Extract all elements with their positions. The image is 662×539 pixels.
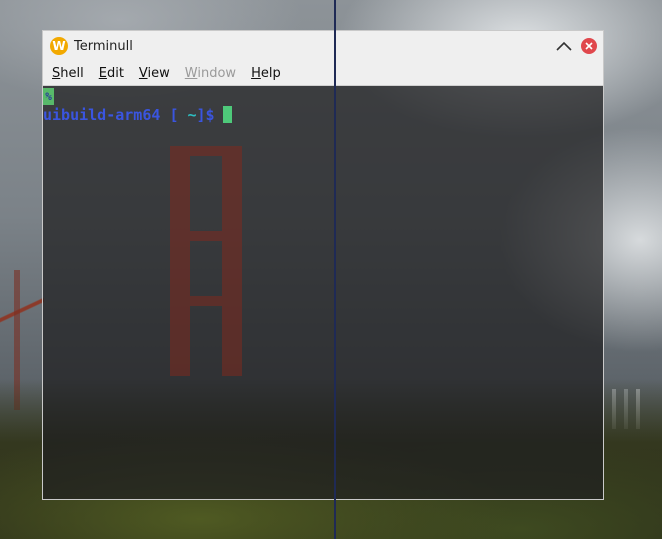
terminal-window[interactable]: W Terminull Shell Edit View Window Help [42, 30, 604, 500]
prompt-path: ~ [187, 106, 197, 124]
close-icon [585, 42, 593, 50]
title-bar[interactable]: W Terminull [43, 31, 603, 61]
bridge-cross-top [170, 146, 242, 156]
prompt-marker-badge: % [43, 88, 54, 105]
menu-edit[interactable]: Edit [99, 66, 124, 81]
app-icon: W [50, 37, 68, 55]
menu-help-mnemonic: H [251, 65, 261, 81]
menu-window: Window [185, 66, 236, 81]
text-cursor [222, 106, 232, 123]
chevron-up-icon [556, 41, 572, 51]
window-title: Terminull [74, 38, 133, 54]
menu-help-rest: elp [260, 65, 281, 81]
prompt-line: uibuild-arm64 [ ~]$ [43, 106, 232, 124]
bridge-leg-left [170, 146, 190, 376]
menu-window-mnemonic: W [184, 65, 198, 81]
menu-view[interactable]: View [139, 66, 170, 81]
menu-shell-rest: hell [60, 65, 84, 81]
prompt-host: uibuild-arm64 [43, 106, 161, 124]
screen-split-line [334, 0, 336, 539]
app-icon-letter: W [52, 39, 66, 53]
menu-window-rest: indow [197, 65, 237, 81]
prompt-dollar: ]$ [196, 106, 215, 124]
menu-view-rest: iew [147, 65, 170, 81]
close-button[interactable] [581, 38, 597, 54]
terminal-area[interactable]: % uibuild-arm64 [ ~]$ [43, 86, 603, 499]
maximize-button[interactable] [555, 37, 573, 55]
menu-view-mnemonic: V [138, 65, 148, 81]
menu-shell[interactable]: Shell [52, 66, 84, 81]
bridge-leg-right [222, 146, 242, 376]
menu-bar: Shell Edit View Window Help [43, 61, 603, 86]
wallpaper-bridge-cable [0, 250, 44, 370]
prompt-open-bracket: [ [169, 106, 179, 124]
menu-edit-rest: dit [106, 65, 124, 81]
bridge-cross-low [170, 296, 242, 306]
menu-help[interactable]: Help [251, 66, 281, 81]
menu-edit-mnemonic: E [98, 65, 107, 81]
bridge-cross-mid [170, 231, 242, 241]
wallpaper-bridge-tower-through [170, 136, 242, 376]
